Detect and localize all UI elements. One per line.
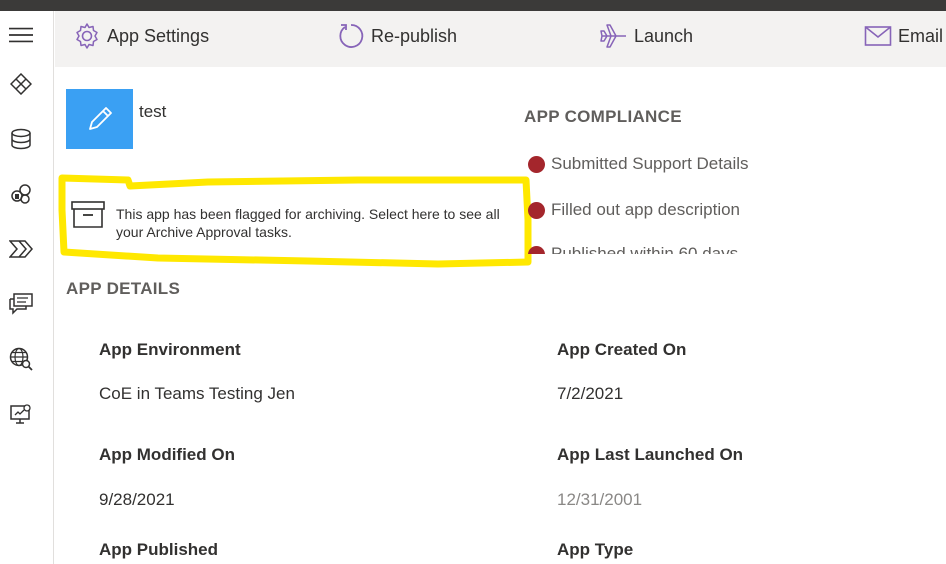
command-bar: App Settings Re-publish Launch Email c xyxy=(55,11,946,67)
app-details-heading: APP DETAILS xyxy=(66,279,181,298)
launch-button[interactable]: Launch xyxy=(600,11,693,61)
compliance-item: Submitted Support Details xyxy=(528,154,749,174)
created-on-value: 7/2/2021 xyxy=(557,384,624,403)
hamburger-icon[interactable] xyxy=(9,23,33,47)
app-icon-tile[interactable] xyxy=(66,89,133,149)
status-dot-icon xyxy=(528,155,545,173)
launch-label: Launch xyxy=(634,25,694,46)
environment-value: CoE in Teams Testing Jen xyxy=(99,384,295,403)
monitor-settings-icon[interactable] xyxy=(9,402,33,426)
gear-icon xyxy=(76,23,98,49)
mail-icon xyxy=(864,26,892,46)
chat-icon[interactable] xyxy=(9,292,33,316)
environment-label: App Environment xyxy=(99,340,241,359)
compliance-heading: APP COMPLIANCE xyxy=(524,107,682,126)
pencil-icon xyxy=(88,107,112,130)
compliance-item-label: Published within 60 days xyxy=(551,246,738,254)
airplane-icon xyxy=(600,24,626,48)
power-automate-icon[interactable] xyxy=(9,237,33,261)
app-type-label: App Type xyxy=(557,540,634,559)
email-button[interactable]: Email c xyxy=(864,11,946,61)
refresh-icon xyxy=(339,24,364,48)
globe-search-icon[interactable] xyxy=(9,347,33,371)
published-label: App Published xyxy=(99,540,218,559)
app-settings-button[interactable]: App Settings xyxy=(73,11,209,61)
power-apps-icon[interactable] xyxy=(9,72,33,96)
compliance-item: Published within 60 days xyxy=(528,246,738,254)
power-bi-icon[interactable] xyxy=(9,182,33,206)
republish-label: Re-publish xyxy=(371,25,458,46)
database-icon[interactable] xyxy=(9,127,33,151)
app-name: test xyxy=(139,102,167,121)
created-on-label: App Created On xyxy=(557,340,687,359)
republish-button[interactable]: Re-publish xyxy=(337,11,457,61)
compliance-item-label: Filled out app description xyxy=(551,200,741,219)
email-label: Email c xyxy=(898,25,946,46)
last-launched-value: 12/31/2001 xyxy=(557,490,643,509)
compliance-scroll-clip: Published within 60 days xyxy=(520,246,820,254)
window-top-bar xyxy=(0,0,946,11)
modified-on-label: App Modified On xyxy=(99,445,235,464)
status-dot-icon xyxy=(528,246,545,254)
archive-box-icon[interactable] xyxy=(71,201,105,234)
last-launched-label: App Last Launched On xyxy=(557,445,744,464)
archive-notice-link[interactable]: This app has been flagged for archiving.… xyxy=(116,205,521,241)
compliance-item-label: Submitted Support Details xyxy=(551,154,749,173)
left-nav-rail xyxy=(0,11,54,564)
status-dot-icon xyxy=(528,201,545,219)
app-settings-label: App Settings xyxy=(107,25,210,46)
modified-on-value: 9/28/2021 xyxy=(99,490,175,509)
compliance-item: Filled out app description xyxy=(528,200,740,220)
